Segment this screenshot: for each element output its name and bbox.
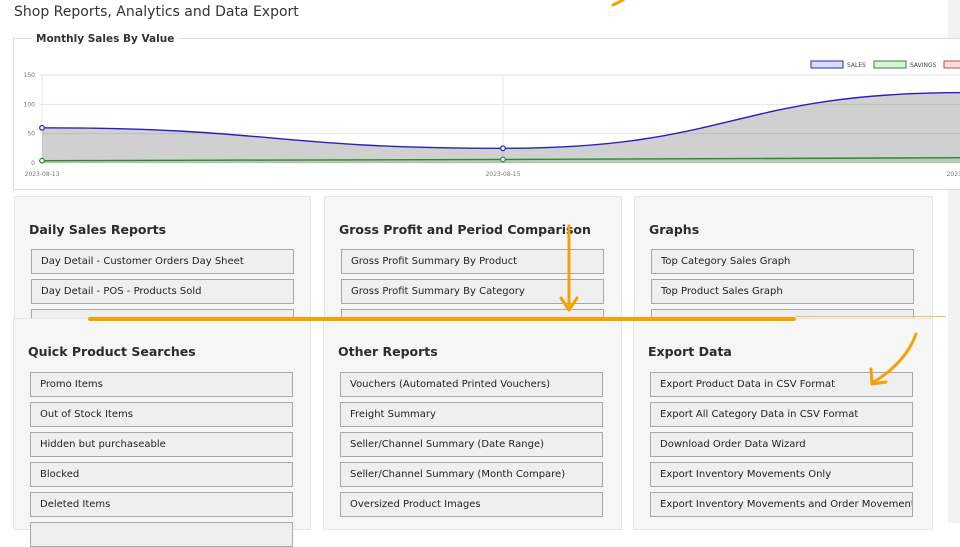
chart-y-tick-label: 0 bbox=[31, 160, 35, 167]
report-link-button[interactable]: Seller/Channel Summary (Month Compare) bbox=[340, 462, 603, 487]
report-link-button[interactable]: Day Detail - POS - Products Sold bbox=[31, 279, 294, 304]
chart-x-tick-label: 2023-08-17 bbox=[947, 171, 960, 178]
panel-heading: Graphs bbox=[649, 222, 700, 237]
chart-legend-label: SALES bbox=[847, 62, 866, 69]
chart-x-tick-label: 2023-08-13 bbox=[25, 171, 60, 178]
report-link-button[interactable]: Gross Profit Summary By Product bbox=[341, 249, 604, 274]
panel-heading: Quick Product Searches bbox=[28, 344, 196, 359]
page-title: Shop Reports, Analytics and Data Export bbox=[14, 4, 299, 20]
report-link-button[interactable]: Top Category Sales Graph bbox=[651, 249, 914, 274]
chart-legend-swatch bbox=[873, 60, 907, 69]
panel-heading: Export Data bbox=[648, 344, 732, 359]
report-link-button[interactable]: Download Order Data Wizard bbox=[650, 432, 913, 457]
report-link-button[interactable]: Oversized Product Images bbox=[340, 492, 603, 517]
chart-series-area bbox=[42, 92, 960, 163]
chart-data-point bbox=[39, 124, 45, 131]
panel-other-reports: Other Reports Vouchers (Automated Printed… bbox=[323, 318, 622, 530]
chart-canvas: 0 50 100 150 2023-08-13 2023-08-15 2023-08-17 S… bbox=[24, 60, 960, 178]
report-link-button[interactable]: Gross Profit Summary By Category bbox=[341, 279, 604, 304]
panel-gross-profit: Gross Profit and Period Comparison Gross … bbox=[324, 196, 622, 334]
annotation-divider-thin bbox=[796, 316, 946, 317]
report-link-button[interactable]: Day Detail - Customer Orders Day Sheet bbox=[31, 249, 294, 274]
chart-y-tick-label: 100 bbox=[24, 101, 36, 108]
report-link-button[interactable]: Vouchers (Automated Printed Vouchers) bbox=[340, 372, 603, 397]
annotation-stroke-top bbox=[611, 0, 626, 7]
chart-y-tick-label: 150 bbox=[24, 72, 36, 79]
panel-heading: Other Reports bbox=[338, 344, 438, 359]
report-link-button[interactable] bbox=[30, 522, 293, 547]
report-link-button[interactable]: Blocked bbox=[30, 462, 293, 487]
panel-quick-product-searches: Quick Product Searches Promo Items Out of … bbox=[13, 318, 311, 547]
panel-heading: Daily Sales Reports bbox=[29, 222, 167, 237]
report-link-button[interactable]: Seller/Channel Summary (Date Range) bbox=[340, 432, 603, 457]
report-link-button[interactable]: Export Inventory Movements Only bbox=[650, 462, 913, 487]
chart-y-tick-label: 50 bbox=[27, 131, 35, 138]
panel-daily-sales-reports: Daily Sales Reports Day Detail - Customer… bbox=[14, 196, 311, 334]
report-link-button[interactable]: Export Product Data in CSV Format bbox=[650, 372, 913, 397]
chart-legend-swatch bbox=[943, 60, 960, 69]
chart-legend-swatch bbox=[810, 60, 844, 69]
report-link-button[interactable]: Freight Summary bbox=[340, 402, 603, 427]
report-link-button[interactable]: Export All Category Data in CSV Format bbox=[650, 402, 913, 427]
panel-heading: Gross Profit and Period Comparison bbox=[339, 222, 591, 237]
chart-x-tick-label: 2023-08-15 bbox=[486, 171, 521, 178]
chart-legend-label: SAVINGS bbox=[910, 62, 937, 69]
report-link-button[interactable]: Out of Stock Items bbox=[30, 402, 293, 427]
annotation-divider-line bbox=[88, 317, 796, 321]
panel-graphs: Graphs Top Category Sales Graph Top Produc… bbox=[634, 196, 933, 334]
report-link-button[interactable]: Promo Items bbox=[30, 372, 293, 397]
report-link-button[interactable]: Hidden but purchaseable bbox=[30, 432, 293, 457]
report-link-button[interactable]: Top Product Sales Graph bbox=[651, 279, 914, 304]
report-link-button[interactable]: Deleted Items bbox=[30, 492, 293, 517]
chart-data-point bbox=[500, 156, 506, 163]
panel-export-data: Export Data Export Product Data in CSV Fo… bbox=[633, 318, 933, 530]
chart-data-point bbox=[39, 157, 45, 164]
chart-data-point bbox=[500, 145, 506, 152]
report-link-button[interactable]: Export Inventory Movements and Order Mov… bbox=[650, 492, 913, 517]
monthly-sales-chart: Monthly Sales By Value 0 50 100 150 2023-08-… bbox=[13, 33, 960, 190]
